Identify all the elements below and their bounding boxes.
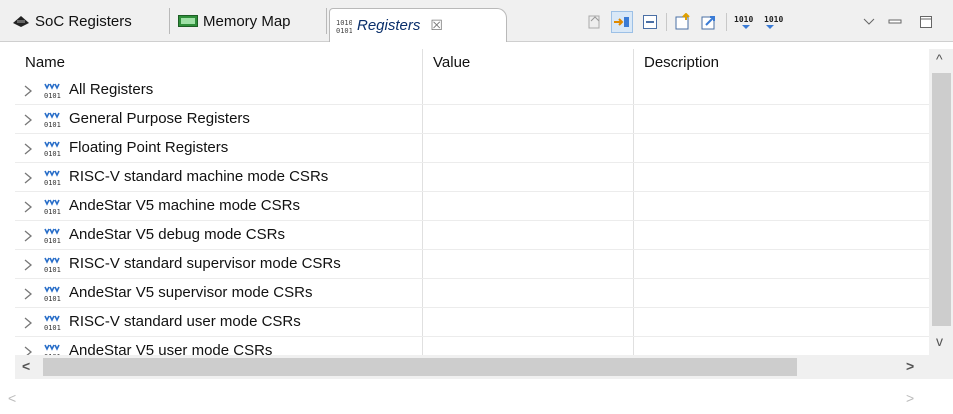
register-group-icon: 0101 xyxy=(42,111,64,133)
expand-chevron-icon[interactable] xyxy=(23,229,33,246)
column-header-description[interactable]: Description xyxy=(644,54,719,71)
svg-text:0101: 0101 xyxy=(44,150,61,158)
tree-row[interactable]: 0101 All Registers xyxy=(15,76,929,105)
vertical-scroll-thumb[interactable] xyxy=(932,73,951,326)
scroll-left-arrow[interactable]: < xyxy=(22,358,30,374)
register-group-name: All Registers xyxy=(69,81,154,98)
svg-text:0101: 0101 xyxy=(44,295,61,303)
memory-map-icon xyxy=(178,15,198,27)
column-header-name[interactable]: Name xyxy=(25,54,65,71)
close-icon[interactable]: ☒ xyxy=(430,17,443,34)
tree-row[interactable]: 0101 AndeStar V5 debug mode CSRs xyxy=(15,221,929,250)
expand-chevron-icon[interactable] xyxy=(23,345,33,355)
tree-row[interactable]: 0101 RISC-V standard supervisor mode CSRs xyxy=(15,250,929,279)
maximize-icon[interactable] xyxy=(917,12,935,32)
register-group-name: RISC-V standard user mode CSRs xyxy=(69,313,301,330)
scroll-left-arrow[interactable]: < xyxy=(8,390,16,406)
column-header-value[interactable]: Value xyxy=(433,54,470,71)
svg-text:0101: 0101 xyxy=(44,179,61,187)
collapse-all-icon[interactable] xyxy=(640,12,660,32)
svg-text:0101: 0101 xyxy=(336,27,352,34)
register-group-icon: 0101 xyxy=(42,227,64,249)
tree-row[interactable]: 0101 Floating Point Registers xyxy=(15,134,929,163)
register-group-icon: 0101 xyxy=(42,198,64,220)
svg-text:0101: 0101 xyxy=(44,266,61,274)
add-register-group-icon[interactable] xyxy=(585,12,605,32)
tree-row[interactable]: 0101 AndeStar V5 user mode CSRs xyxy=(15,337,929,355)
svg-text:0101: 0101 xyxy=(44,92,61,100)
register-group-name: AndeStar V5 user mode CSRs xyxy=(69,342,273,355)
svg-text:0101: 0101 xyxy=(44,121,61,129)
register-group-name: AndeStar V5 machine mode CSRs xyxy=(69,197,300,214)
scroll-right-arrow[interactable]: > xyxy=(906,390,914,406)
vertical-scrollbar[interactable]: ^ v xyxy=(929,49,953,355)
tree-row[interactable]: 0101 RISC-V standard machine mode CSRs xyxy=(15,163,929,192)
expand-chevron-icon[interactable] xyxy=(23,200,33,217)
expand-chevron-icon[interactable] xyxy=(23,171,33,188)
tab-label: Registers xyxy=(357,17,421,34)
tree-row[interactable]: 0101 AndeStar V5 supervisor mode CSRs xyxy=(15,279,929,308)
expand-chevron-icon[interactable] xyxy=(23,113,33,130)
minimize-icon[interactable] xyxy=(886,12,904,32)
register-group-icon: 0101 xyxy=(42,169,64,191)
export-icon[interactable] xyxy=(672,12,694,32)
view-tab-bar: SoC Registers Memory Map 1010 0101 Regist… xyxy=(0,0,953,42)
toolbar-separator xyxy=(726,13,727,31)
register-group-name: General Purpose Registers xyxy=(69,110,250,127)
tab-label: Memory Map xyxy=(203,12,291,30)
register-group-icon: 0101 xyxy=(42,285,64,307)
expand-chevron-icon[interactable] xyxy=(23,84,33,101)
tab-registers[interactable]: 1010 0101 Registers ☒ xyxy=(329,8,507,42)
register-group-name: RISC-V standard machine mode CSRs xyxy=(69,168,329,185)
register-group-icon: 0101 xyxy=(42,82,64,104)
register-group-name: AndeStar V5 supervisor mode CSRs xyxy=(69,284,313,301)
registers-1010-icon: 1010 0101 xyxy=(336,18,352,34)
tab-memory-map[interactable]: Memory Map xyxy=(172,8,327,34)
tree-row[interactable]: 0101 AndeStar V5 machine mode CSRs xyxy=(15,192,929,221)
register-group-name: Floating Point Registers xyxy=(69,139,229,156)
import-icon[interactable] xyxy=(698,12,720,32)
svg-text:0101: 0101 xyxy=(44,237,61,245)
svg-text:0101: 0101 xyxy=(44,208,61,216)
format-hex-icon[interactable]: 1010 xyxy=(763,12,789,32)
register-group-icon: 0101 xyxy=(42,343,64,355)
scrollbar-corner xyxy=(929,355,953,379)
svg-text:1010: 1010 xyxy=(734,15,753,24)
horizontal-scroll-thumb[interactable] xyxy=(43,358,797,376)
register-group-icon: 0101 xyxy=(42,256,64,278)
expand-chevron-icon[interactable] xyxy=(23,142,33,159)
link-icon[interactable] xyxy=(611,11,633,33)
register-group-icon: 0101 xyxy=(42,140,64,162)
register-group-icon: 0101 xyxy=(42,314,64,336)
table-header: Name Value Description xyxy=(15,49,929,75)
tree-row[interactable]: 0101 General Purpose Registers xyxy=(15,105,929,134)
scroll-down-arrow[interactable]: v xyxy=(936,333,943,349)
svg-text:1010: 1010 xyxy=(764,15,783,24)
tree-row[interactable]: 0101 RISC-V standard user mode CSRs xyxy=(15,308,929,337)
lower-pane: < > xyxy=(0,384,953,414)
soc-chip-icon xyxy=(12,14,30,28)
tab-soc-registers[interactable]: SoC Registers xyxy=(6,8,170,34)
view-menu-icon[interactable] xyxy=(860,12,878,32)
format-binary-icon[interactable]: 1010 xyxy=(733,12,759,32)
svg-text:0101: 0101 xyxy=(44,324,61,332)
expand-chevron-icon[interactable] xyxy=(23,287,33,304)
expand-chevron-icon[interactable] xyxy=(23,258,33,275)
expand-chevron-icon[interactable] xyxy=(23,316,33,333)
register-group-name: AndeStar V5 debug mode CSRs xyxy=(69,226,285,243)
tab-label: SoC Registers xyxy=(35,12,132,30)
scroll-right-arrow[interactable]: > xyxy=(906,358,914,374)
registers-tree-table: Name Value Description 0101 All Registers… xyxy=(15,49,929,355)
scroll-up-arrow[interactable]: ^ xyxy=(936,51,943,67)
toolbar-separator xyxy=(666,13,667,31)
horizontal-scrollbar[interactable]: < > xyxy=(15,355,929,379)
svg-text:1010: 1010 xyxy=(336,19,352,27)
register-group-name: RISC-V standard supervisor mode CSRs xyxy=(69,255,341,272)
